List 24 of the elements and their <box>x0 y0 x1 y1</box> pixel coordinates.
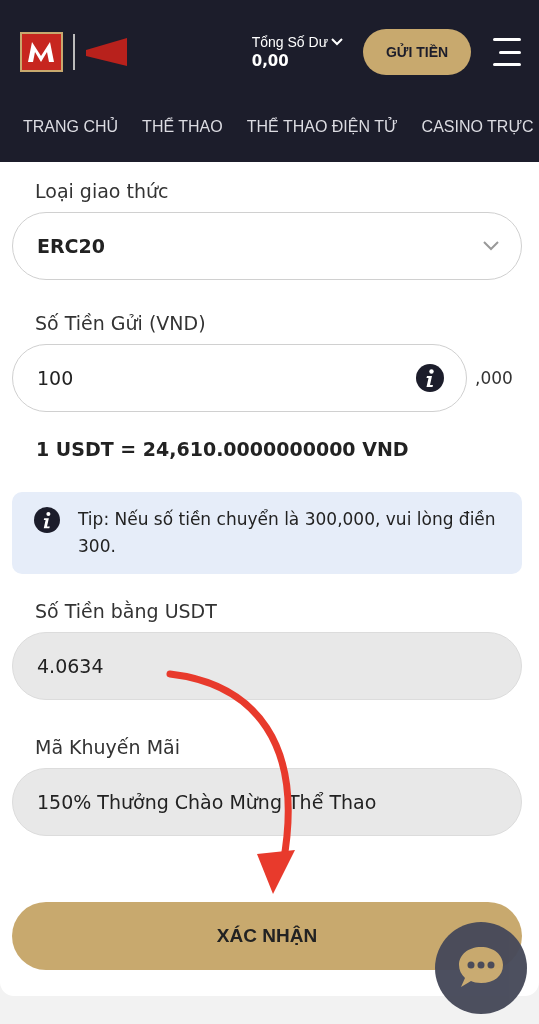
exchange-rate: 1 USDT = 24,610.0000000000 VND <box>36 438 410 460</box>
usdt-amount-field: 4.0634 <box>12 632 522 701</box>
field-label: Số Tiền Gửi (VND) <box>35 312 207 334</box>
nav-tab[interactable]: CASINO TRỰC <box>421 118 534 136</box>
balance-label[interactable]: Tổng Số Dư <box>251 34 343 50</box>
amount-input[interactable]: 100 <box>12 344 467 412</box>
chevron-down-icon <box>331 38 343 46</box>
field-label: Số Tiền bằng USDT <box>35 600 218 623</box>
info-icon <box>34 506 60 534</box>
amount-suffix: ,000 <box>475 368 513 388</box>
chevron-down-icon <box>483 241 499 251</box>
nav-tab[interactable]: TRANG CHỦ <box>23 118 119 136</box>
balance-amount: 0,00 <box>251 52 290 70</box>
confirm-button[interactable]: XÁC NHẬN <box>12 902 522 971</box>
info-icon <box>416 364 444 392</box>
deposit-button[interactable]: GỬI TIỀN <box>363 29 471 75</box>
field-label: Loại giao thức <box>35 180 170 202</box>
nav-tab[interactable]: THỂ THAO <box>142 118 223 136</box>
promo-field[interactable]: 150% Thưởng Chào Mừng Thể Thao <box>12 768 522 837</box>
field-label: Mã Khuyến Mãi <box>35 736 181 759</box>
protocol-select[interactable]: ERC20 <box>12 212 522 280</box>
tip-text: Tip: Nếu số tiền chuyển là 300,000, vui lòng điền 300. <box>78 508 497 559</box>
logo[interactable] <box>20 32 130 72</box>
nav-tab[interactable]: THỂ THAO ĐIỆN TỬ <box>246 118 398 136</box>
